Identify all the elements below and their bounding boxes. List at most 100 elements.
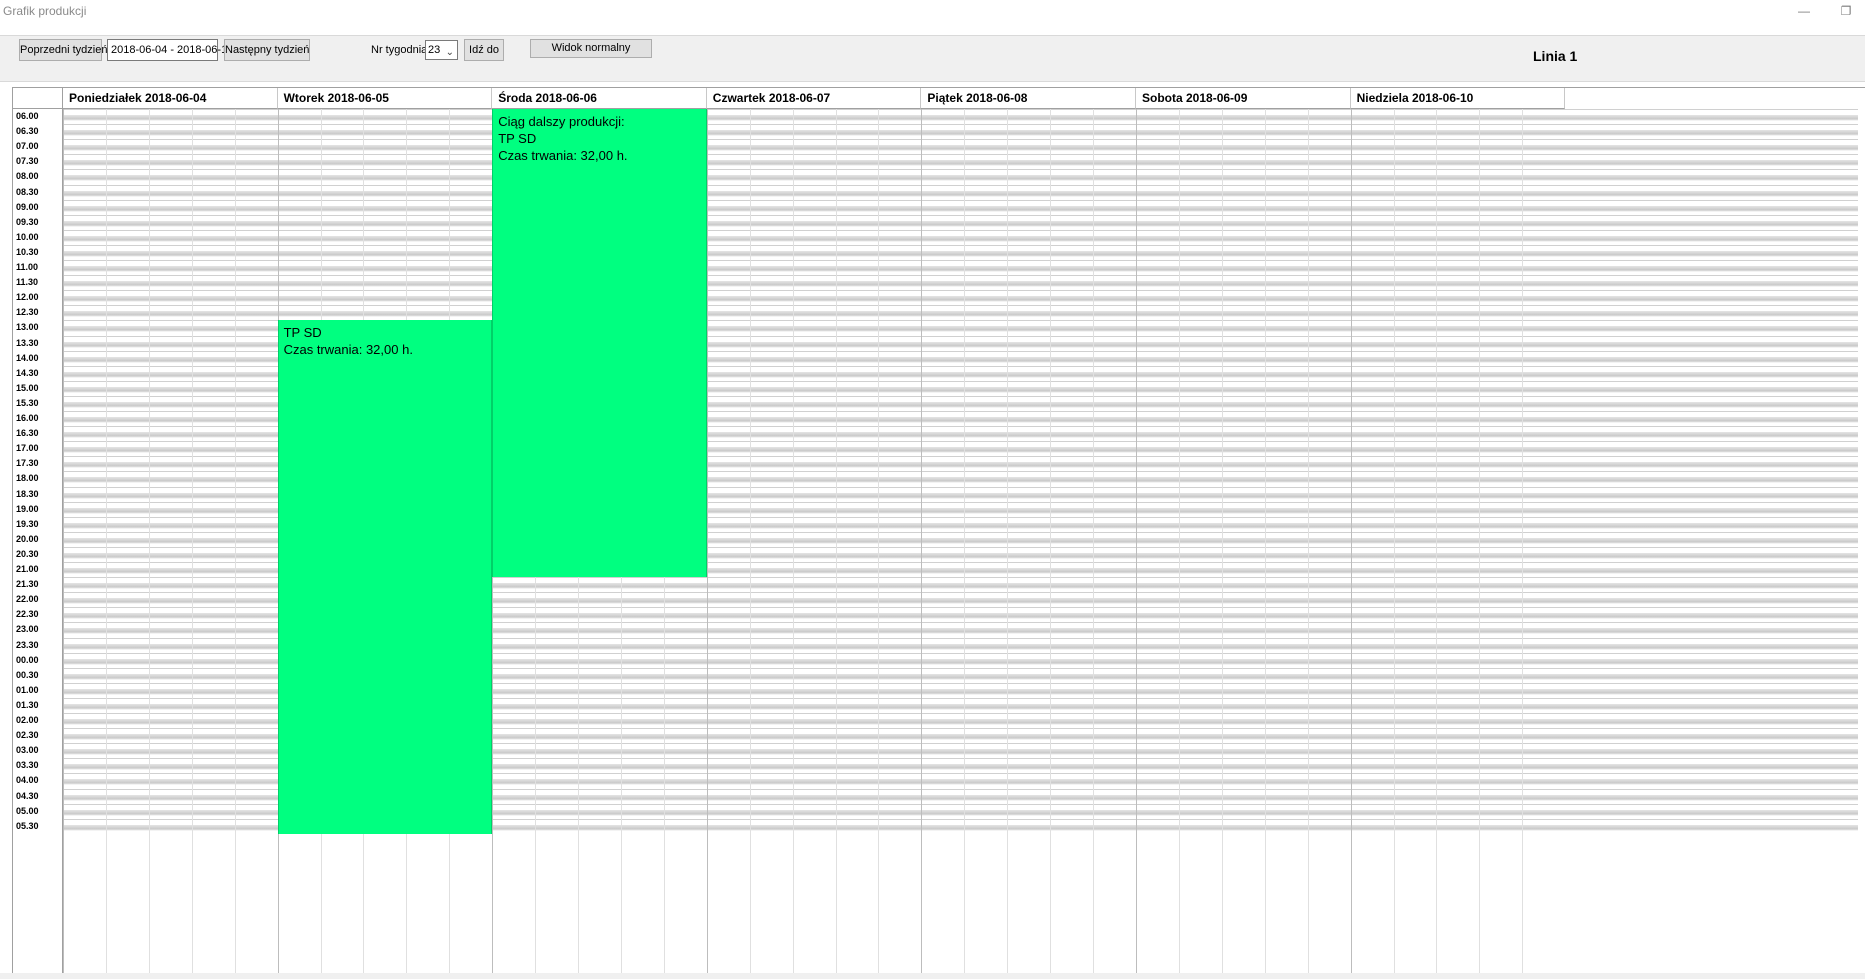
day-divider xyxy=(1350,109,1352,973)
sub-divider xyxy=(792,109,794,973)
time-label: 08.00 xyxy=(16,171,39,182)
time-label: 12.00 xyxy=(16,292,39,303)
day-divider xyxy=(921,109,923,973)
day-divider xyxy=(706,109,708,973)
event-text: Ciąg dalszy produkcji: xyxy=(498,114,625,129)
production-event[interactable]: Ciąg dalszy produkcji: TP SD Czas trwania:… xyxy=(492,109,707,578)
time-label: 03.00 xyxy=(16,745,39,756)
day-header: Piątek 2018-06-08 xyxy=(921,88,1136,109)
time-label: 22.30 xyxy=(16,609,39,620)
bottom-bar xyxy=(0,973,1865,979)
time-label: 13.00 xyxy=(16,322,39,333)
event-text: Czas trwania: 32,00 h. xyxy=(498,148,628,163)
day-header: Niedziela 2018-06-10 xyxy=(1350,88,1566,109)
week-number-value: 23 xyxy=(428,44,441,56)
time-label: 19.30 xyxy=(16,518,39,529)
day-divider xyxy=(63,109,64,973)
time-label: 21.00 xyxy=(16,564,39,574)
time-label: 14.30 xyxy=(16,367,39,378)
time-label: 02.00 xyxy=(16,715,39,725)
week-number-label: Nr tygodnia xyxy=(371,44,428,56)
time-label: 23.30 xyxy=(16,639,39,650)
sub-divider xyxy=(191,109,193,973)
previous-week-button[interactable]: Poprzedni tydzień xyxy=(19,39,107,61)
day-header: Poniedziałek 2018-06-04 xyxy=(63,88,278,109)
toolbar: Poprzedni tydzień 2018-06-04 - 2018-06-1… xyxy=(0,35,1865,82)
time-label: 16.00 xyxy=(16,413,39,423)
sub-divider xyxy=(1264,109,1266,973)
grid-corner xyxy=(13,88,63,109)
time-label: 09.30 xyxy=(16,216,39,227)
title-bar: Grafik produkcji — ❐ xyxy=(0,0,1865,22)
time-label: 02.30 xyxy=(16,730,39,741)
go-to-button[interactable]: Idź do xyxy=(464,39,504,61)
restore-icon[interactable]: ❐ xyxy=(1832,2,1860,20)
sub-divider xyxy=(1479,109,1481,973)
time-label: 00.00 xyxy=(16,654,39,665)
normal-view-button[interactable]: Widok normalny xyxy=(530,39,652,58)
time-label: 06.00 xyxy=(16,111,39,121)
time-label: 19.00 xyxy=(16,503,39,514)
time-label: 10.00 xyxy=(16,231,39,242)
time-slots[interactable]: TP SD Czas trwania: 32,00 h. Ciąg dalszy p… xyxy=(63,109,1865,973)
time-label: 15.30 xyxy=(16,397,39,408)
day-header: Sobota 2018-06-09 xyxy=(1136,88,1351,109)
time-label: 23.00 xyxy=(16,624,39,635)
date-range-field[interactable]: 2018-06-04 - 2018-06-10 xyxy=(107,39,233,61)
time-label: 17.00 xyxy=(16,443,39,454)
sub-divider xyxy=(234,109,236,973)
sub-divider xyxy=(105,109,107,973)
sub-divider xyxy=(1436,109,1438,973)
time-label: 16.30 xyxy=(16,428,39,439)
time-label: 13.30 xyxy=(16,337,39,348)
time-label: 07.00 xyxy=(16,141,39,152)
time-label: 22.00 xyxy=(16,594,39,605)
time-label: 06.30 xyxy=(16,126,39,137)
sub-divider xyxy=(835,109,837,973)
time-label: 05.30 xyxy=(16,820,39,831)
minimize-icon[interactable]: — xyxy=(1790,2,1818,20)
time-label: 18.00 xyxy=(16,473,39,484)
time-label: 03.30 xyxy=(16,760,39,771)
sub-divider xyxy=(1221,109,1223,973)
time-label: 21.30 xyxy=(16,579,39,590)
time-label: 08.30 xyxy=(16,186,39,197)
time-label: 12.30 xyxy=(16,307,39,318)
time-label: 10.30 xyxy=(16,246,39,257)
sub-divider xyxy=(148,109,150,973)
time-label: 20.00 xyxy=(16,533,39,544)
sub-divider xyxy=(964,109,966,973)
sub-divider xyxy=(749,109,751,973)
sub-divider xyxy=(878,109,880,973)
time-label: 04.00 xyxy=(16,775,39,786)
day-header: Czwartek 2018-06-07 xyxy=(706,88,922,109)
sub-divider xyxy=(1050,109,1052,973)
day-divider xyxy=(1136,109,1137,973)
time-label: 07.30 xyxy=(16,156,39,167)
production-event[interactable]: TP SD Czas trwania: 32,00 h. xyxy=(277,320,493,834)
day-header: Środa 2018-06-06 xyxy=(492,88,707,109)
day-header: Wtorek 2018-06-05 xyxy=(277,88,493,109)
time-label: 17.30 xyxy=(16,458,39,469)
next-week-button[interactable]: Następny tydzień xyxy=(224,39,310,61)
time-label: 14.00 xyxy=(16,352,39,363)
event-text: TP SD xyxy=(498,131,537,146)
chevron-down-icon: ⌄ xyxy=(445,47,454,58)
sub-divider xyxy=(1307,109,1309,973)
time-label: 11.00 xyxy=(16,262,39,272)
week-number-select[interactable]: 23 ⌄ xyxy=(425,40,458,60)
sub-divider xyxy=(1522,109,1524,973)
event-text: Czas trwania: 32,00 h. xyxy=(283,342,413,358)
time-label: 01.00 xyxy=(16,684,39,695)
sub-divider xyxy=(1007,109,1009,973)
time-label: 15.00 xyxy=(16,382,39,393)
time-label: 00.30 xyxy=(16,669,39,680)
sub-divider xyxy=(1393,109,1395,973)
window-title: Grafik produkcji xyxy=(3,4,87,18)
time-label: 05.00 xyxy=(16,805,39,816)
time-label: 18.30 xyxy=(16,488,39,499)
time-label: 20.30 xyxy=(16,548,39,559)
time-label: 11.30 xyxy=(16,277,39,288)
time-label: 09.00 xyxy=(16,201,39,212)
time-column: 06.00 06.30 07.00 07.30 08.00 08.30 09.00 09.30… xyxy=(13,109,63,973)
